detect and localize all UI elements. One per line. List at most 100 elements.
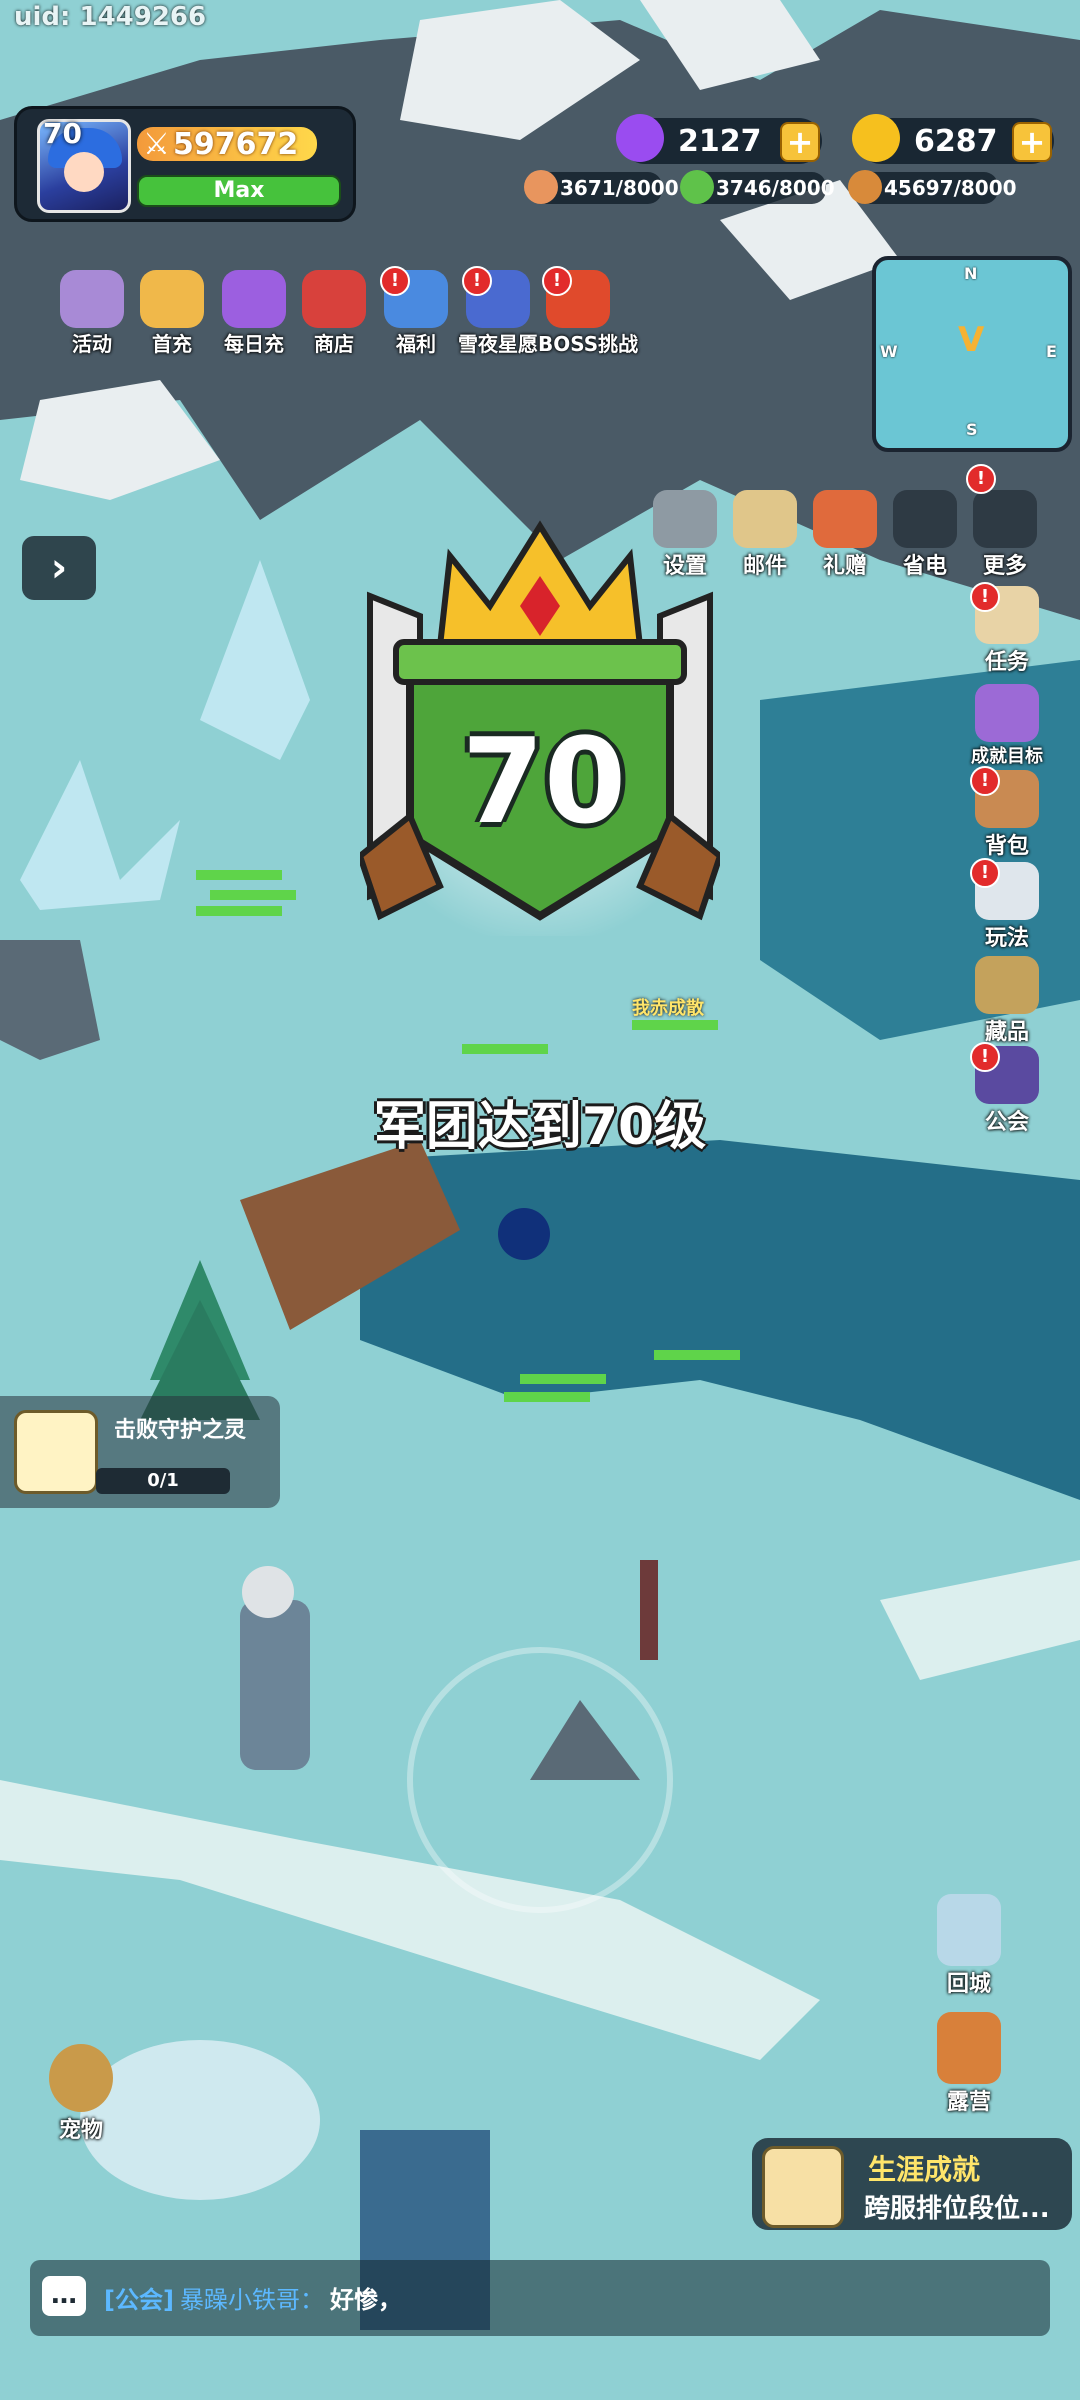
notification-badge: ! (380, 266, 410, 296)
bottom-label: 回城 (946, 1972, 991, 1997)
crossed-swords-icon: ⚔ (143, 127, 170, 162)
compass-east: E (1046, 342, 1057, 361)
feature-daily-recharge[interactable]: 每日充 (214, 270, 294, 360)
add-gem-button[interactable]: + (780, 122, 820, 162)
return-town-button[interactable]: 回城 (924, 1894, 1014, 1998)
exp-bar: Max (137, 175, 341, 207)
pet-icon (49, 2044, 113, 2112)
feature-label: 每日充 (224, 332, 284, 356)
chat-bubble-icon[interactable]: … (42, 2276, 86, 2316)
meat-value: 3671/8000 (560, 176, 679, 200)
side-quest[interactable]: 任务 ! (962, 582, 1052, 676)
herb-value: 3746/8000 (716, 176, 835, 200)
bottom-label: 宠物 (58, 2118, 103, 2143)
feature-first-recharge[interactable]: 首充 (132, 270, 212, 360)
toolbar-more[interactable]: 更多 ! (960, 464, 1050, 580)
feature-label: 活动 (72, 332, 112, 356)
feature-event[interactable]: 活动 (52, 270, 132, 360)
toolbar-label: 邮件 (742, 554, 787, 579)
quest-name: 击败守护之灵 (114, 1418, 247, 1443)
gem-counter: 2127 + (616, 114, 822, 164)
achievement-icon (975, 684, 1039, 742)
toolbar-label: 更多 (982, 554, 1027, 579)
side-label: 公会 (984, 1110, 1029, 1135)
notification-badge: ! (542, 266, 572, 296)
herb-icon (680, 170, 714, 204)
feature-label: BOSS挑战 (538, 332, 639, 356)
career-achievement-banner[interactable]: 生涯成就 跨服排位段位... (752, 2138, 1072, 2230)
notification-badge: ! (970, 766, 1000, 796)
chat-bar[interactable]: … [公会] 暴躁小铁哥： 好惨， (30, 2260, 1050, 2336)
feature-label: 首充 (152, 332, 192, 356)
event-icon (60, 270, 124, 328)
gold-coin-icon (14, 1410, 98, 1494)
bottom-label: 露营 (946, 2090, 991, 2115)
mail-icon (733, 490, 797, 548)
collection-icon (975, 956, 1039, 1014)
pet-button[interactable]: 宠物 (36, 2044, 126, 2144)
compass-north: N (964, 264, 978, 283)
side-label: 背包 (984, 834, 1029, 859)
toolbar-power-save[interactable]: 省电 (880, 490, 970, 580)
battery-icon (893, 490, 957, 548)
toolbar-gift[interactable]: 礼赠 (800, 490, 890, 580)
side-achievement[interactable]: 成就目标 (962, 684, 1052, 768)
feature-label: 福利 (396, 332, 436, 356)
notification-badge: ! (970, 582, 1000, 612)
quest-progress: 0/1 (96, 1468, 230, 1494)
uid-label: uid: 1449266 (14, 2, 207, 32)
camp-button[interactable]: 露营 (924, 2012, 1014, 2116)
shop-icon (302, 270, 366, 328)
side-guild[interactable]: 公会 ! (962, 1042, 1052, 1136)
player-profile[interactable]: 70 ⚔ 597672 Max (14, 106, 356, 222)
feature-label: 商店 (314, 332, 354, 356)
chat-message: 好惨， (330, 2286, 402, 2314)
gold-coin-icon (852, 114, 900, 162)
toolbar-label: 礼赠 (822, 554, 867, 579)
side-gameplay[interactable]: 玩法 ! (962, 858, 1052, 952)
notification-badge: ! (462, 266, 492, 296)
minimap[interactable]: N S W E V (872, 256, 1072, 452)
tent-icon (937, 2012, 1001, 2084)
level-up-message: 军团达到70级 (373, 1097, 707, 1157)
side-collection[interactable]: 藏品 (962, 956, 1052, 1046)
feature-boss-challenge[interactable]: BOSS挑战 ! (538, 266, 639, 360)
more-icon (973, 490, 1037, 548)
achievement-subtitle: 跨服排位段位... (864, 2194, 1050, 2224)
achievement-title: 生涯成就 (868, 2153, 981, 2186)
herb-counter: 3746/8000 (680, 170, 835, 204)
feature-snow-wish[interactable]: 雪夜星愿 ! (458, 266, 538, 360)
bread-counter: 45697/8000 (848, 170, 1017, 204)
gift-icon (813, 490, 877, 548)
notification-badge: ! (970, 858, 1000, 888)
gold-value: 6287 (914, 124, 998, 159)
notification-badge: ! (970, 1042, 1000, 1072)
daily-recharge-icon (222, 270, 286, 328)
achievement-icon (762, 2146, 844, 2228)
add-gold-button[interactable]: + (1012, 122, 1052, 162)
notification-badge: ! (966, 464, 996, 494)
compass-west: W (880, 342, 898, 361)
bread-icon (848, 170, 882, 204)
feature-welfare[interactable]: 福利 ! (376, 266, 456, 360)
level-number: 70 (461, 712, 627, 850)
town-portal-icon (937, 1894, 1001, 1966)
side-label: 玩法 (984, 926, 1029, 951)
meat-icon (524, 170, 558, 204)
bread-value: 45697/8000 (884, 176, 1017, 200)
side-label: 任务 (984, 650, 1029, 675)
meat-counter: 3671/8000 (524, 170, 679, 204)
character-name: 我赤成散 (632, 998, 704, 1019)
chat-sender: 暴躁小铁哥： (180, 2286, 324, 2314)
compass-south: S (966, 420, 978, 439)
chat-channel: [公会] (104, 2286, 174, 2314)
side-label: 成就目标 (971, 746, 1043, 767)
side-backpack[interactable]: 背包 ! (962, 766, 1052, 860)
gem-icon (616, 114, 664, 162)
toolbar-mail[interactable]: 邮件 (720, 490, 810, 580)
gold-counter: 6287 + (852, 114, 1054, 164)
combat-power: 597672 (173, 127, 299, 162)
feature-shop[interactable]: 商店 (294, 270, 374, 360)
expand-chevron-button[interactable]: › (22, 536, 96, 600)
quest-tracker[interactable]: 击败守护之灵 0/1 (0, 1396, 280, 1508)
